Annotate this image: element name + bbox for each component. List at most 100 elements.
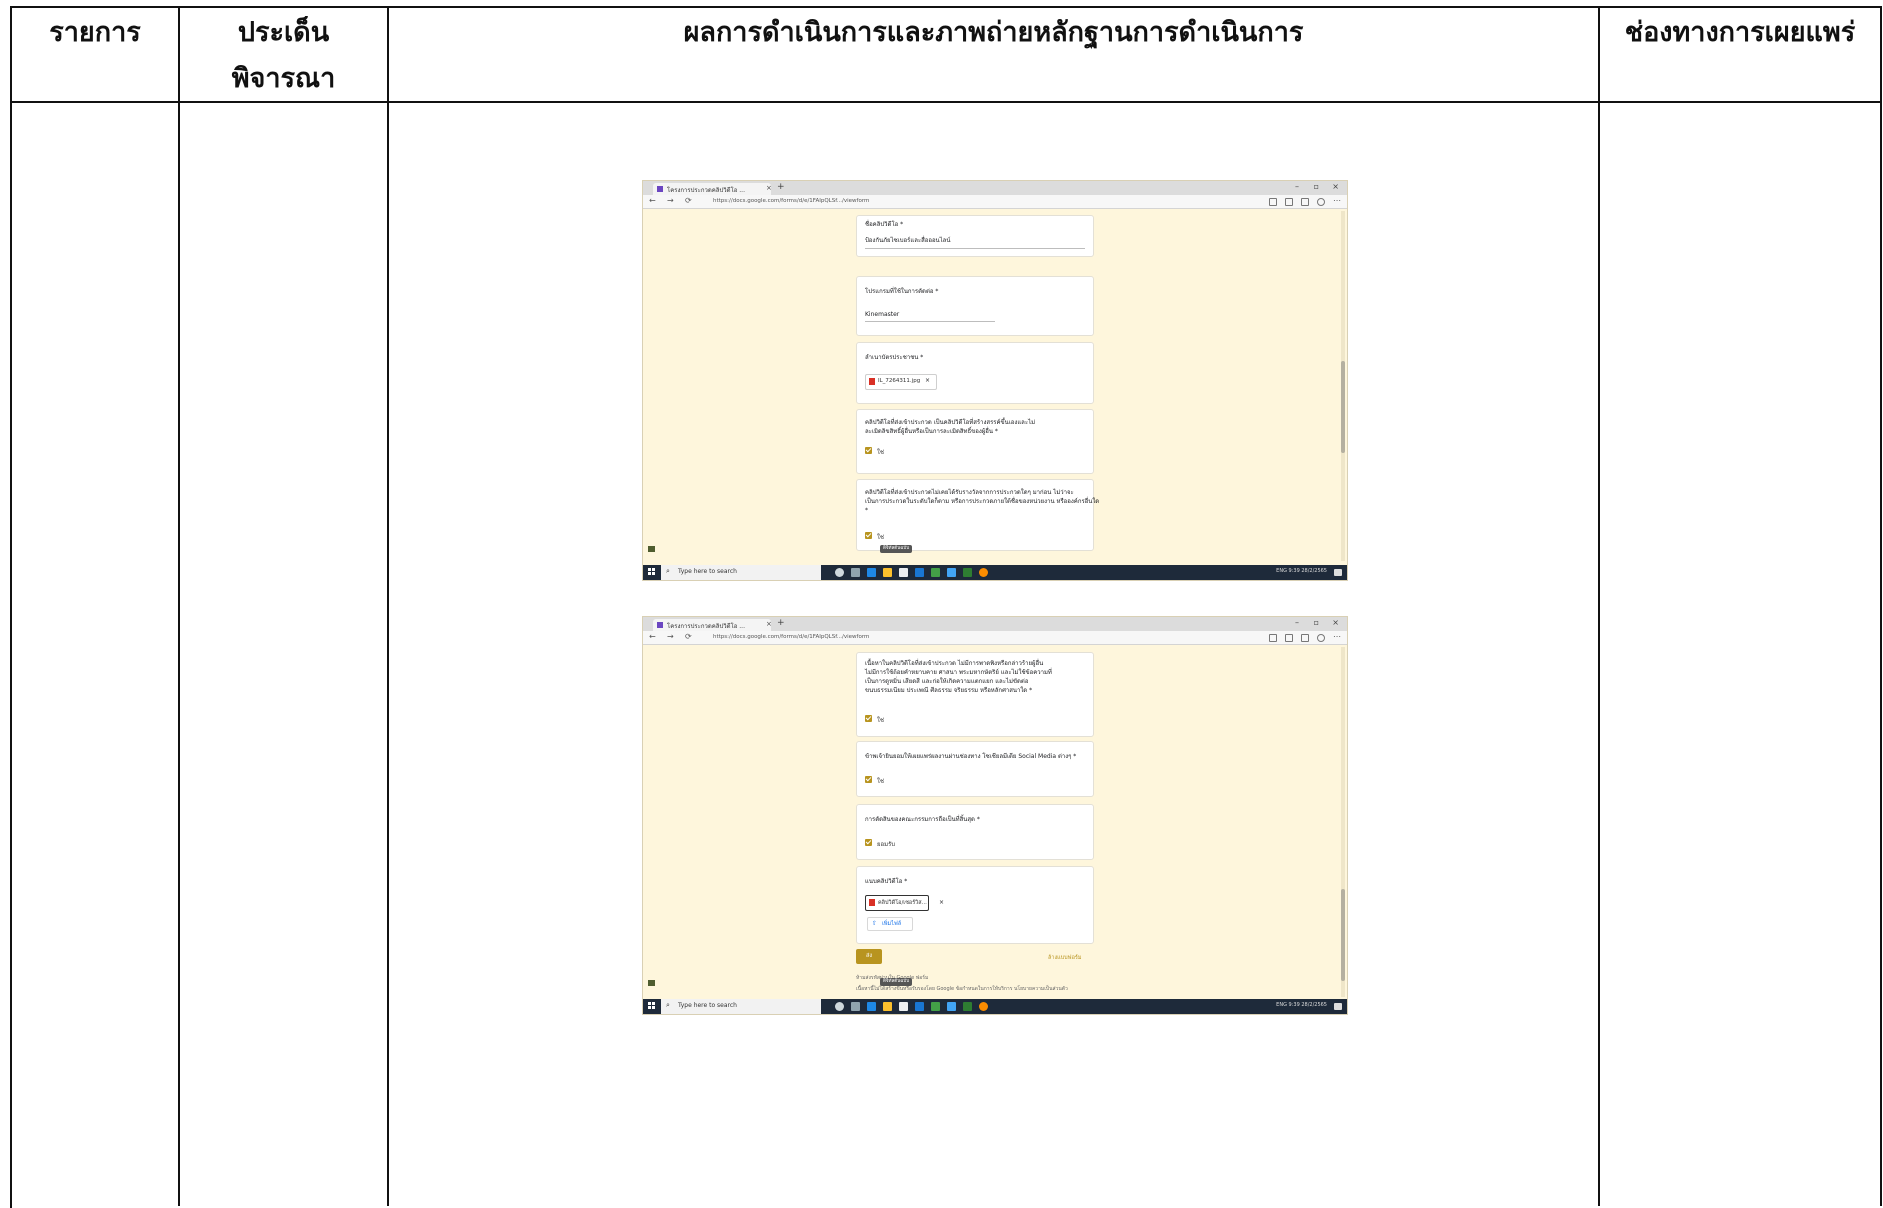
browser-tab[interactable]: โครงการประกวดคลิปวิดีโอ ... × <box>653 183 772 195</box>
remove-file-icon[interactable]: × <box>939 898 944 907</box>
back-icon[interactable]: ← <box>649 196 656 205</box>
checkbox-checked[interactable] <box>865 532 872 539</box>
checkbox-label: ใช่ <box>877 717 885 724</box>
back-icon[interactable]: ← <box>649 632 656 641</box>
store-icon[interactable] <box>899 568 908 577</box>
clear-form-link[interactable]: ล้างแบบฟอร์ม <box>1048 954 1081 962</box>
url-field[interactable]: https://docs.google.com/forms/d/e/1FAIpQ… <box>713 634 869 640</box>
remove-file-icon[interactable]: × <box>925 376 930 385</box>
form-screenshot-1: โครงการประกวดคลิปวิดีโอ ... × + – ▫ × ← … <box>643 181 1347 580</box>
minimize-icon[interactable]: – <box>1295 182 1299 191</box>
question-card: แนบคลิปวิดีโอ * คลิปวิดีโอ/เซอร์วิส... ×… <box>856 866 1094 944</box>
browser-tab[interactable]: โครงการประกวดคลิปวิดีโอ ... × <box>653 619 772 631</box>
header-results: ผลการดำเนินการและภาพถ่ายหลักฐานการดำเนิน… <box>683 17 1304 48</box>
app-icon[interactable] <box>931 568 940 577</box>
app-icon[interactable] <box>947 1002 956 1011</box>
notification-icon[interactable] <box>1334 569 1342 576</box>
forward-icon[interactable]: → <box>667 632 674 641</box>
mail-icon[interactable] <box>915 568 924 577</box>
app-icon[interactable] <box>963 568 972 577</box>
address-bar: ← → ⟳ https://docs.google.com/forms/d/e/… <box>643 631 1347 645</box>
more-icon[interactable]: ⋯ <box>1333 632 1341 641</box>
windows-start-icon[interactable] <box>648 1002 656 1010</box>
new-tab-icon[interactable]: + <box>777 618 785 628</box>
answer-underline <box>865 321 995 322</box>
edge-icon[interactable] <box>867 1002 876 1011</box>
task-view-icon[interactable] <box>851 1002 860 1011</box>
minimize-icon[interactable]: – <box>1295 618 1299 627</box>
mail-icon[interactable] <box>915 1002 924 1011</box>
cortana-icon[interactable] <box>835 568 844 577</box>
browser-tab-bar: โครงการประกวดคลิปวิดีโอ ... × + – ▫ × <box>643 617 1347 631</box>
column-divider <box>387 6 389 1206</box>
new-tab-icon[interactable]: + <box>777 182 785 192</box>
app-icon[interactable] <box>947 568 956 577</box>
toolbar-icon[interactable] <box>1269 634 1277 642</box>
cortana-icon[interactable] <box>835 1002 844 1011</box>
feedback-icon[interactable] <box>648 980 655 986</box>
forward-icon[interactable]: → <box>667 196 674 205</box>
checkbox-label: ใช่ <box>877 778 885 785</box>
answer-underline <box>865 248 1085 249</box>
tab-title: โครงการประกวดคลิปวิดีโอ ... <box>667 623 745 630</box>
file-explorer-icon[interactable] <box>883 1002 892 1011</box>
checkbox-checked[interactable] <box>865 447 872 454</box>
column-divider <box>178 6 180 1206</box>
header-consideration-line1: ประเด็น <box>237 17 330 48</box>
profile-icon[interactable] <box>1317 198 1325 206</box>
refresh-icon[interactable]: ⟳ <box>685 632 692 641</box>
more-icon[interactable]: ⋯ <box>1333 196 1341 205</box>
footer-links[interactable]: เนื้อหานี้ไม่ได้สร้างขึ้นหรือรับรองโดย G… <box>856 985 1068 993</box>
address-bar: ← → ⟳ https://docs.google.com/forms/d/e/… <box>643 195 1347 209</box>
tab-close-icon[interactable]: × <box>766 620 772 628</box>
checkbox-checked[interactable] <box>865 839 872 846</box>
feedback-icon[interactable] <box>648 546 655 552</box>
edge-icon[interactable] <box>867 568 876 577</box>
toolbar-icon[interactable] <box>1285 634 1293 642</box>
question-card: ข้าพเจ้ายินยอมให้เผยแพร่ผลงานผ่านช่องทาง… <box>856 741 1094 797</box>
question-card: การตัดสินของคณะกรรมการถือเป็นที่สิ้นสุด … <box>856 804 1094 860</box>
window-close-icon[interactable]: × <box>1332 182 1339 191</box>
tab-close-icon[interactable]: × <box>766 184 772 192</box>
forms-favicon-icon <box>657 186 663 192</box>
file-explorer-icon[interactable] <box>883 568 892 577</box>
video-file-icon <box>869 899 875 906</box>
column-divider <box>1880 6 1882 1206</box>
maximize-icon[interactable]: ▫ <box>1314 182 1319 191</box>
file-chip[interactable]: คลิปวิดีโอ/เซอร์วิส... <box>865 895 929 911</box>
file-name: IL_7264311.jpg <box>878 378 921 384</box>
window-close-icon[interactable]: × <box>1332 618 1339 627</box>
question-card: คลิปวิดีโอที่ส่งเข้าประกวดไม่เคยได้รับรา… <box>856 479 1099 551</box>
profile-icon[interactable] <box>1317 634 1325 642</box>
notification-icon[interactable] <box>1334 1003 1342 1010</box>
toolbar-icon[interactable] <box>1301 634 1309 642</box>
maximize-icon[interactable]: ▫ <box>1314 618 1319 627</box>
question-text-line: เนื้อหาในคลิปวิดีโอที่ส่งเข้าประกวด ไม่ม… <box>865 660 1044 667</box>
header-channels: ช่องทางการเผยแพร่ <box>1624 17 1856 48</box>
add-file-button[interactable]: ⇧ เพิ่มไฟล์ <box>867 917 913 931</box>
toolbar-icon[interactable] <box>1301 198 1309 206</box>
app-icon[interactable] <box>931 1002 940 1011</box>
checkbox-checked[interactable] <box>865 776 872 783</box>
header-consideration: ประเด็น พิจารณา <box>180 10 387 102</box>
submit-button[interactable]: ส่ง <box>856 949 882 964</box>
app-icon[interactable] <box>963 1002 972 1011</box>
answer-text[interactable]: Kinemaster <box>865 310 899 319</box>
windows-start-icon[interactable] <box>648 568 656 576</box>
chrome-icon[interactable] <box>979 1002 988 1011</box>
scrollbar-thumb[interactable] <box>1341 889 1345 981</box>
question-text: ข้าพเจ้ายินยอมให้เผยแพร่ผลงานผ่านช่องทาง… <box>865 753 1077 760</box>
toolbar-icon[interactable] <box>1269 198 1277 206</box>
taskbar-search[interactable]: ⌕ Type here to search <box>661 999 821 1014</box>
store-icon[interactable] <box>899 1002 908 1011</box>
scrollbar-thumb[interactable] <box>1341 361 1345 453</box>
taskbar-search[interactable]: ⌕ Type here to search <box>661 565 821 580</box>
url-field[interactable]: https://docs.google.com/forms/d/e/1FAIpQ… <box>713 198 869 204</box>
checkbox-checked[interactable] <box>865 715 872 722</box>
column-divider <box>1598 6 1600 1206</box>
chrome-icon[interactable] <box>979 568 988 577</box>
refresh-icon[interactable]: ⟳ <box>685 196 692 205</box>
answer-text[interactable]: ป้องกันภัยไซเบอร์และสื่อออนไลน์ <box>865 236 950 245</box>
task-view-icon[interactable] <box>851 568 860 577</box>
toolbar-icon[interactable] <box>1285 198 1293 206</box>
